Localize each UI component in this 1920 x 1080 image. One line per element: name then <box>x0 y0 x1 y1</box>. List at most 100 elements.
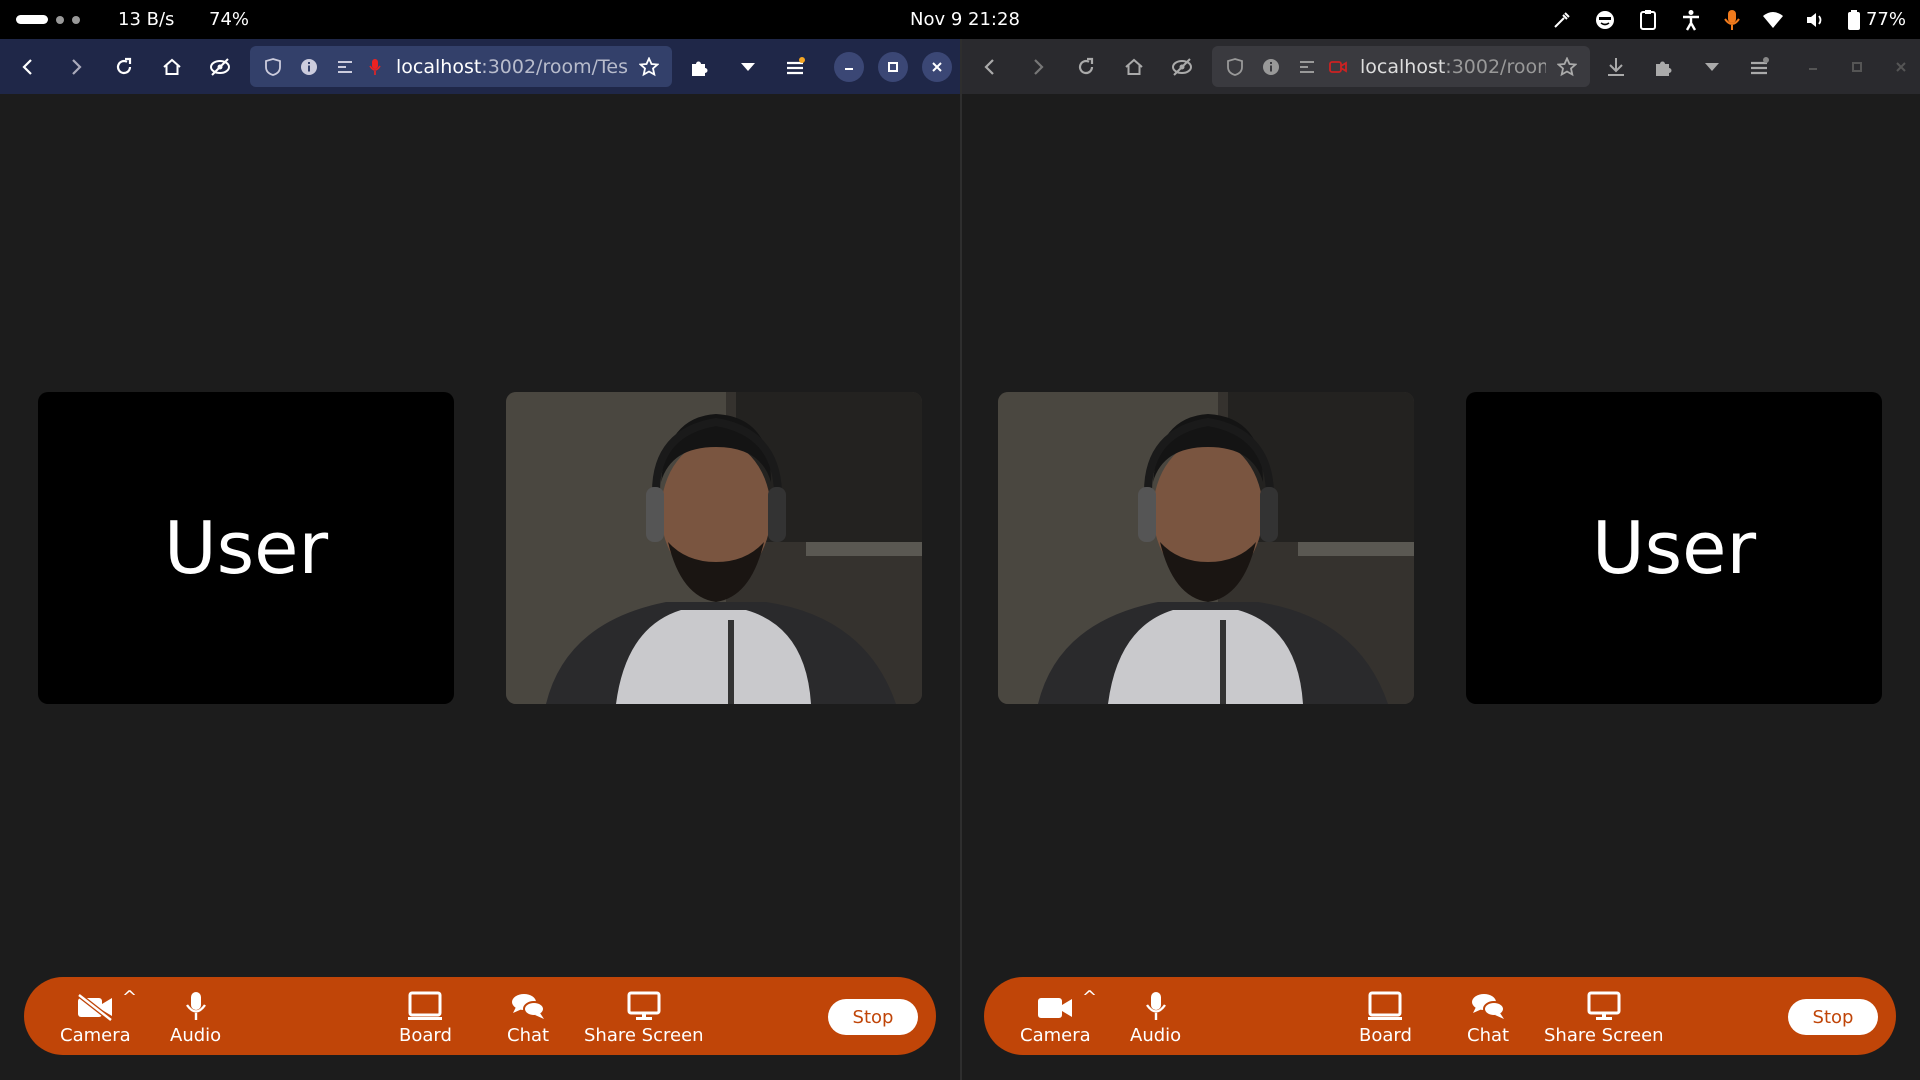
share-screen-label: Share Screen <box>1544 1025 1664 1046</box>
meeting-controls: Camera ^ Audio Board Chat Share Screen S… <box>24 977 936 1055</box>
clipboard-icon[interactable] <box>1638 9 1658 31</box>
workspace-active[interactable] <box>16 15 48 24</box>
participant-video <box>998 392 1414 704</box>
camera-label: Camera <box>60 1025 131 1046</box>
audio-button[interactable]: Audio <box>170 985 221 1046</box>
camera-label: Camera <box>1020 1025 1091 1046</box>
stop-button[interactable]: Stop <box>828 999 918 1035</box>
webcam-video-image <box>506 392 922 704</box>
system-tray[interactable]: 77% <box>1552 0 1906 39</box>
whiteboard-icon <box>1367 985 1403 1021</box>
accessibility-icon[interactable] <box>1680 9 1702 31</box>
camera-off-icon <box>76 985 114 1021</box>
back-icon[interactable] <box>966 39 1014 94</box>
board-button[interactable]: Board <box>1359 985 1412 1046</box>
permissions-icon[interactable] <box>1292 52 1322 82</box>
participant-name: User <box>1591 506 1757 590</box>
volume-icon[interactable] <box>1806 11 1826 29</box>
system-top-bar: 13 B/s 74% Nov 9 21:28 77% <box>0 0 1920 39</box>
board-button[interactable]: Board <box>399 985 452 1046</box>
share-screen-button[interactable]: Share Screen <box>584 985 704 1046</box>
camera-options-chevron-up-icon[interactable]: ^ <box>122 987 137 1008</box>
reload-icon[interactable] <box>1062 39 1110 94</box>
tracking-protection-icon[interactable] <box>1158 39 1206 94</box>
url-bar[interactable]: localhost:3002/room/Test <box>250 46 672 87</box>
maximize-icon[interactable] <box>1842 52 1872 82</box>
audio-label: Audio <box>170 1025 222 1046</box>
maximize-icon[interactable] <box>878 51 908 82</box>
home-icon[interactable] <box>1110 39 1158 94</box>
permissions-icon[interactable] <box>330 52 360 82</box>
chat-button[interactable]: Chat <box>507 985 549 1046</box>
info-icon[interactable] <box>1256 52 1286 82</box>
participant-video <box>506 392 922 704</box>
back-icon[interactable] <box>4 39 52 94</box>
participant-tile-placeholder: User <box>38 392 454 704</box>
url-host: localhost <box>396 55 482 78</box>
monitor-icon <box>1587 985 1621 1021</box>
workspace-indicator[interactable] <box>16 0 80 39</box>
audio-button[interactable]: Audio <box>1130 985 1181 1046</box>
menu-icon[interactable] <box>772 39 820 94</box>
list-all-tabs-icon[interactable] <box>1688 39 1736 94</box>
share-screen-button[interactable]: Share Screen <box>1544 985 1664 1046</box>
chat-bubbles-icon <box>1470 985 1506 1021</box>
forward-icon[interactable] <box>52 39 100 94</box>
clock[interactable]: Nov 9 21:28 <box>910 0 1020 39</box>
microphone-icon[interactable] <box>1724 9 1740 31</box>
wifi-icon[interactable] <box>1762 11 1784 29</box>
share-screen-label: Share Screen <box>584 1025 704 1046</box>
camera-options-chevron-up-icon[interactable]: ^ <box>1082 987 1097 1008</box>
menu-icon[interactable] <box>1736 39 1784 94</box>
shield-icon[interactable] <box>258 52 288 82</box>
url-bar[interactable]: localhost:3002/room/Te <box>1212 46 1590 87</box>
camera-button[interactable]: Camera <box>60 985 131 1046</box>
minimize-icon[interactable] <box>1798 52 1828 82</box>
extensions-icon[interactable] <box>676 39 724 94</box>
network-speed: 13 B/s <box>118 9 175 30</box>
battery-percent: 77% <box>1865 9 1906 30</box>
chat-label: Chat <box>507 1025 550 1046</box>
workspace-dot[interactable] <box>56 15 64 24</box>
extensions-icon[interactable] <box>1640 39 1688 94</box>
color-picker-icon[interactable] <box>1552 10 1572 30</box>
webcam-video-image <box>998 392 1414 704</box>
browser-toolbar: localhost:3002/room/Test <box>0 39 960 94</box>
close-icon[interactable] <box>922 51 952 82</box>
face-icon[interactable] <box>1594 9 1616 31</box>
home-icon[interactable] <box>148 39 196 94</box>
battery-icon <box>1847 9 1860 30</box>
stop-button[interactable]: Stop <box>1788 999 1878 1035</box>
list-all-tabs-icon[interactable] <box>724 39 772 94</box>
url-path: :3002/room/Test <box>481 55 628 78</box>
chat-button[interactable]: Chat <box>1467 985 1509 1046</box>
url-text[interactable]: localhost:3002/room/Test <box>390 56 628 78</box>
board-label: Board <box>1359 1025 1412 1046</box>
info-icon[interactable] <box>294 52 324 82</box>
tracking-protection-icon[interactable] <box>196 39 244 94</box>
camera-button[interactable]: Camera <box>1020 985 1091 1046</box>
shield-icon[interactable] <box>1220 52 1250 82</box>
url-host: localhost <box>1360 55 1446 78</box>
microphone-sharing-icon[interactable] <box>366 52 384 82</box>
participant-name: User <box>163 506 329 590</box>
chat-bubbles-icon <box>510 985 546 1021</box>
bookmark-star-icon[interactable] <box>634 52 664 82</box>
close-icon[interactable] <box>1886 52 1916 82</box>
bookmark-star-icon[interactable] <box>1552 52 1582 82</box>
reload-icon[interactable] <box>100 39 148 94</box>
whiteboard-icon <box>407 985 443 1021</box>
workspace-dot[interactable] <box>72 15 80 24</box>
browser-window-left: localhost:3002/room/Test User Camera ^ A… <box>0 39 960 1080</box>
microphone-icon <box>185 985 207 1021</box>
minimize-icon[interactable] <box>834 51 864 82</box>
cpu-usage: 74% <box>209 9 250 30</box>
camera-sharing-icon[interactable] <box>1328 52 1348 82</box>
monitor-icon <box>627 985 661 1021</box>
camera-on-icon <box>1037 985 1073 1021</box>
battery-indicator[interactable]: 77% <box>1847 9 1906 30</box>
url-text[interactable]: localhost:3002/room/Te <box>1354 56 1546 78</box>
meeting-controls: Camera ^ Audio Board Chat Share Screen S… <box>984 977 1896 1055</box>
forward-icon[interactable] <box>1014 39 1062 94</box>
download-icon[interactable] <box>1592 39 1640 94</box>
